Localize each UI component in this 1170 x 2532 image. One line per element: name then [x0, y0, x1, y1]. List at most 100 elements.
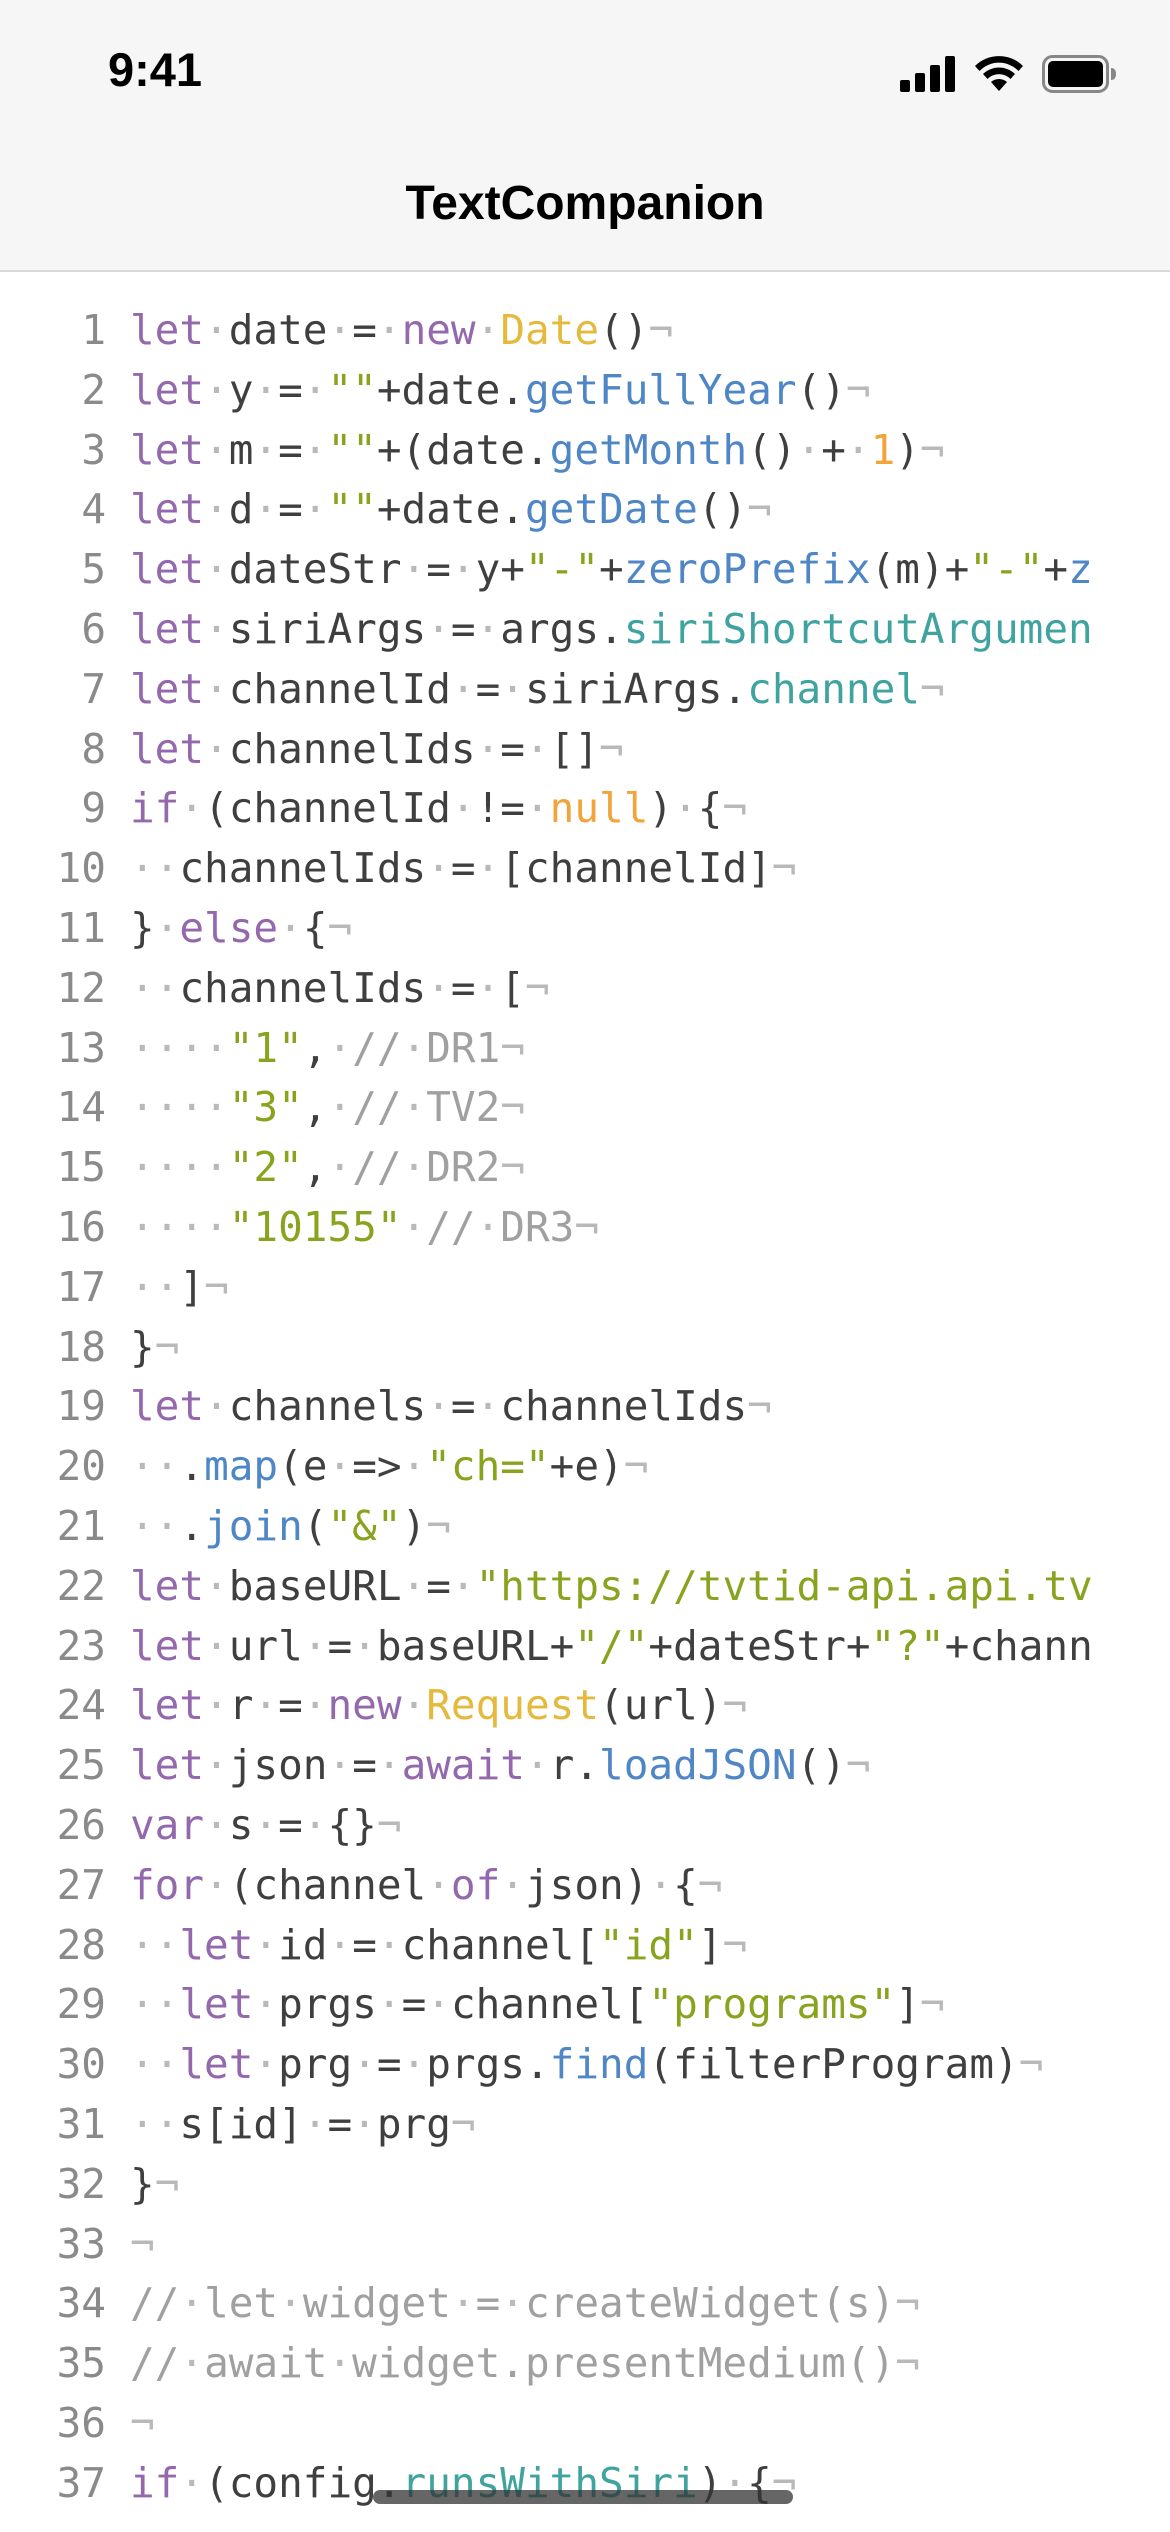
invisible-char-token: ¬ [747, 1382, 772, 1431]
line-number: 36 [56, 2399, 106, 2447]
code-line[interactable]: 8 let·channelIds·=·[]¬ [0, 719, 1170, 779]
code-line[interactable]: 22 let·baseURL·=·"https://tvtid-api.api.t… [0, 1556, 1170, 1616]
battery-icon [1042, 55, 1116, 93]
code-line[interactable]: 16 ····"10155"·//·DR3¬ [0, 1197, 1170, 1257]
code-line[interactable]: 17 ··]¬ [0, 1257, 1170, 1317]
line-code: for·(channel·of·json)·{¬ [130, 1855, 722, 1915]
code-editor[interactable]: 1 let·date·=·new·Date()¬ 2 let·y·=·""+date.… [0, 272, 1170, 2532]
line-number: 28 [56, 1920, 106, 1969]
code-line[interactable]: 13 ····"1",·//·DR1¬ [0, 1018, 1170, 1078]
line-number: 5 [81, 545, 106, 594]
invisible-char-token: · [253, 365, 279, 414]
code-token: channels [228, 1382, 427, 1431]
code-line[interactable]: 10 ··channelIds·=·[channelId]¬ [0, 838, 1170, 898]
line-code: ····"1",·//·DR1¬ [130, 1018, 525, 1078]
invisible-char-token: ¬ [376, 1801, 402, 1849]
line-number: 23 [56, 1621, 106, 1670]
code-token: json [228, 1741, 328, 1790]
code-token: () [599, 306, 649, 354]
code-token: (channelId [204, 784, 451, 833]
code-line[interactable]: 19 let·channels·=·channelIds¬ [0, 1376, 1170, 1436]
home-indicator[interactable] [373, 2490, 793, 2504]
invisible-char-token: · [450, 1561, 476, 1610]
invisible-char-token: · [475, 605, 501, 653]
line-code: ¬ [130, 2214, 155, 2274]
code-line[interactable]: 23 let·url·=·baseURL+"/"+dateStr+"?"+chan… [0, 1616, 1170, 1676]
line-code: ····"2",·//·DR2¬ [130, 1137, 525, 1197]
line-number: 37 [56, 2458, 106, 2507]
invisible-char-token: ¬ [919, 664, 945, 713]
code-line[interactable]: 2 let·y·=·""+date.getFullYear()¬ [0, 360, 1170, 420]
code-line[interactable]: 28 ··let·id·=·channel["id"]¬ [0, 1915, 1170, 1975]
code-line[interactable]: 6 let·siriArgs·=·args.siriShortcutArgumen [0, 599, 1170, 659]
invisible-char-token: · [401, 2040, 427, 2089]
code-line[interactable]: 11}·else·{¬ [0, 898, 1170, 958]
code-line[interactable]: 33 ¬ [0, 2214, 1170, 2274]
code-line[interactable]: 34//·let·widget·=·createWidget(s)¬ [0, 2273, 1170, 2333]
code-line[interactable]: 30 ··let·prg·=·prgs.find(filterProgram)¬ [0, 2034, 1170, 2094]
string-token: "2" [228, 1143, 303, 1192]
code-line[interactable]: 32}¬ [0, 2154, 1170, 2214]
code-line[interactable]: 15 ····"2",·//·DR2¬ [0, 1137, 1170, 1197]
function-token: join [204, 1502, 303, 1550]
code-line[interactable]: 18}¬ [0, 1317, 1170, 1377]
invisible-char-token: · [179, 2458, 205, 2507]
code-token: siriArgs [228, 605, 427, 653]
line-code: let·date·=·new·Date()¬ [130, 300, 673, 360]
invisible-char-token: ¬ [599, 724, 624, 773]
invisible-char-token: · [302, 2100, 328, 2148]
invisible-char-token: ·· [130, 1262, 180, 1311]
line-number: 7 [81, 664, 106, 713]
invisible-char-token: · [204, 485, 229, 534]
code-token: r. [549, 1741, 600, 1790]
code-line[interactable]: 14 ····"3",·//·TV2¬ [0, 1077, 1170, 1137]
code-line[interactable]: 25 let·json·=·await·r.loadJSON()¬ [0, 1735, 1170, 1795]
code-token: y+ [475, 545, 525, 594]
invisible-char-token: · [426, 1980, 451, 2029]
keyword-token: new [327, 1681, 402, 1730]
invisible-char-token: · [253, 1801, 279, 1849]
line-number: 27 [56, 1860, 106, 1909]
code-line[interactable]: 1 let·date·=·new·Date()¬ [0, 300, 1170, 360]
code-line[interactable]: 4 let·d·=·""+date.getDate()¬ [0, 479, 1170, 539]
code-token: url [228, 1621, 303, 1670]
invisible-char-token: ···· [130, 1143, 229, 1192]
comment-token: // [352, 1023, 402, 1072]
code-token: = [450, 1382, 476, 1431]
code-token: +date. [376, 485, 525, 534]
invisible-char-token: ···· [130, 1023, 229, 1072]
code-line[interactable]: 31 ··s[id]·=·prg¬ [0, 2094, 1170, 2154]
comment-token: createWidget(s) [524, 2279, 896, 2328]
keyword-token: if [130, 784, 180, 833]
invisible-char-token: · [673, 784, 698, 833]
comment-token: widget.presentMedium() [352, 2339, 896, 2388]
code-line[interactable]: 27 for·(channel·of·json)·{¬ [0, 1855, 1170, 1915]
invisible-char-token: · [475, 306, 501, 354]
code-line[interactable]: 21 ··.join("&")¬ [0, 1496, 1170, 1556]
line-code: let·m·=·""+(date.getMonth()·+·1)¬ [130, 420, 945, 480]
invisible-char-token: · [154, 904, 180, 952]
code-line[interactable]: 36 ¬ [0, 2393, 1170, 2453]
code-line[interactable]: 26 var·s·=·{}¬ [0, 1795, 1170, 1855]
keyword-token: let [130, 1681, 205, 1730]
line-number: 9 [81, 784, 106, 833]
code-token: (filterProgram) [648, 2040, 1019, 2089]
invisible-char-token: ¬ [1018, 2040, 1044, 2089]
code-token: (m)+ [870, 545, 970, 594]
code-line[interactable]: 5 let·dateStr·=·y+"-"+zeroPrefix(m)+"-"+z [0, 539, 1170, 599]
code-line[interactable]: 35//·await·widget.presentMedium()¬ [0, 2333, 1170, 2393]
invisible-char-token: · [524, 1741, 550, 1790]
invisible-char-token: · [179, 784, 205, 833]
code-line[interactable]: 24 let·r·=·new·Request(url)¬ [0, 1675, 1170, 1735]
keyword-token: for [130, 1860, 205, 1909]
invisible-char-token: · [253, 1681, 279, 1730]
code-line[interactable]: 29 ··let·prgs·=·channel["programs"]¬ [0, 1974, 1170, 2034]
invisible-char-token: · [475, 844, 501, 893]
invisible-char-token: · [253, 1980, 279, 2029]
code-line[interactable]: 7 let·channelId·=·siriArgs.channel¬ [0, 659, 1170, 719]
code-token: (config. [204, 2458, 402, 2507]
code-line[interactable]: 20 ··.map(e·=>·"ch="+e)¬ [0, 1436, 1170, 1496]
code-line[interactable]: 12 ··channelIds·=·[¬ [0, 958, 1170, 1018]
code-line[interactable]: 3 let·m·=·""+(date.getMonth()·+·1)¬ [0, 420, 1170, 480]
code-line[interactable]: 9 if·(channelId·!=·null)·{¬ [0, 778, 1170, 838]
